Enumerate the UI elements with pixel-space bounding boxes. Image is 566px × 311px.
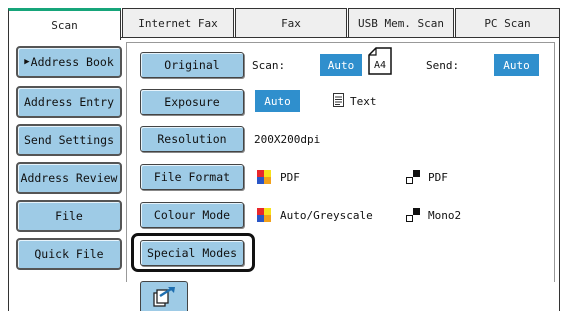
tab-usb-mem-scan-label: USB Mem. Scan [357,17,445,30]
scan-send-button[interactable] [140,281,188,311]
address-book-label: Address Book [30,55,114,69]
send-value: Auto [494,54,539,76]
send-label: Send: [426,59,460,72]
color-squares-icon [257,170,271,184]
scan-label: Scan: [252,59,286,72]
file-button[interactable]: File [16,200,122,232]
file-format-button-label: File Format [153,170,231,184]
tab-pc-scan-label: PC Scan [484,17,531,30]
address-review-label: Address Review [20,171,118,185]
exposure-value-text: Auto [264,94,291,108]
colour-mode-mono-value: Mono2 [428,209,462,222]
scan-screen: Scan Internet Fax Fax USB Mem. Scan PC S… [0,0,566,311]
scan-send-icon [153,286,175,307]
send-settings-button[interactable]: Send Settings [16,124,122,156]
quick-file-label: Quick File [34,247,104,261]
file-format-mono-value: PDF [428,171,448,184]
address-review-button[interactable]: Address Review [16,162,122,194]
tab-scan[interactable]: Scan [8,8,121,40]
exposure-mode: Text [350,95,377,108]
paper-size-text: A4 [374,60,386,71]
triangle-right-icon: ▶ [24,57,30,67]
tab-internet-fax-label: Internet Fax [138,17,218,30]
resolution-value: 200X200dpi [254,133,321,146]
exposure-value: Auto [255,90,300,112]
address-entry-button[interactable]: Address Entry [16,86,122,118]
color-squares-icon [257,208,271,222]
tab-scan-label: Scan [51,19,78,32]
tab-pc-scan[interactable]: PC Scan [455,8,560,38]
mono-squares-icon [406,208,420,222]
send-value-text: Auto [503,58,530,72]
quick-file-button[interactable]: Quick File [16,238,122,270]
tab-internet-fax[interactable]: Internet Fax [122,8,234,38]
paper-size-icon: A4 [368,47,392,75]
address-entry-label: Address Entry [23,95,114,109]
exposure-button[interactable]: Exposure [140,89,244,115]
resolution-button[interactable]: Resolution [140,126,244,152]
resolution-button-label: Resolution [157,132,227,146]
tab-fax-label: Fax [281,17,301,30]
file-label: File [55,209,83,223]
colour-mode-button[interactable]: Colour Mode [140,202,244,228]
text-document-icon [333,93,344,107]
colour-mode-color-value: Auto/Greyscale [280,209,373,222]
file-format-color-value: PDF [280,171,300,184]
tab-bar: Scan Internet Fax Fax USB Mem. Scan PC S… [8,8,560,40]
colour-mode-button-label: Colour Mode [153,208,231,222]
scan-value: Auto [320,54,362,76]
address-book-button[interactable]: ▶ Address Book [16,46,122,78]
original-button[interactable]: Original [140,52,244,78]
exposure-button-label: Exposure [164,95,220,109]
mono-squares-icon [406,170,420,184]
send-settings-label: Send Settings [23,133,114,147]
scan-value-text: Auto [327,58,355,72]
tab-usb-mem-scan[interactable]: USB Mem. Scan [348,8,454,38]
special-modes-highlight [131,233,255,272]
file-format-button[interactable]: File Format [140,164,244,190]
original-button-label: Original [164,58,220,72]
tab-fax[interactable]: Fax [235,8,347,38]
